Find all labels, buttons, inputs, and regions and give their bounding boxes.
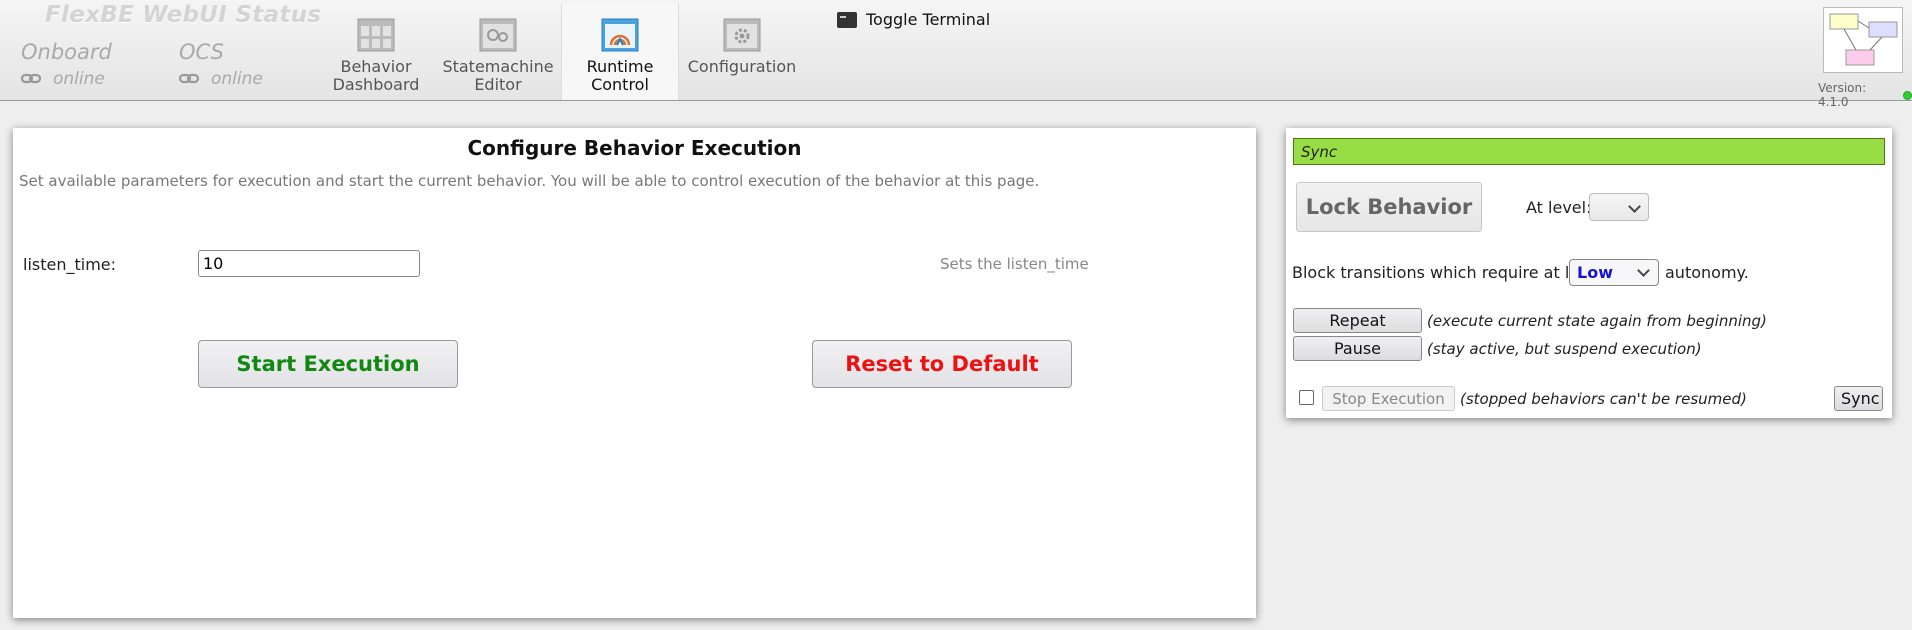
param-hint: Sets the listen_time: [940, 255, 1089, 273]
autonomy-value: Low: [1577, 263, 1613, 282]
sync-button[interactable]: Sync: [1834, 386, 1883, 411]
reset-to-default-button[interactable]: Reset to Default: [812, 340, 1072, 388]
sync-status-bar: Sync: [1293, 138, 1885, 165]
ocs-state: online: [211, 69, 263, 89]
configure-execution-panel: Configure Behavior Execution Set availab…: [13, 128, 1256, 618]
repeat-button[interactable]: Repeat: [1293, 308, 1422, 333]
panel-title: Configure Behavior Execution: [467, 136, 802, 160]
tab-label: Configuration: [687, 57, 797, 76]
dashboard-icon: [357, 18, 395, 52]
runtime-icon: [601, 18, 639, 52]
autonomy-level-select[interactable]: Low: [1569, 259, 1659, 286]
level-label: At level:: [1526, 198, 1592, 217]
listen-time-input[interactable]: [198, 250, 420, 277]
toggle-terminal-button[interactable]: Toggle Terminal: [837, 10, 990, 29]
panel-description: Set available parameters for execution a…: [19, 172, 1040, 190]
ocs-status: OCS online: [179, 40, 263, 89]
version-label: Version: 4.1.0: [1818, 81, 1867, 109]
pause-note: (stay active, but suspend execution): [1427, 340, 1702, 358]
onboard-label: Onboard: [21, 40, 112, 64]
tab-label: Behavior Dashboard: [332, 57, 420, 94]
statemachine-icon: [479, 18, 517, 52]
link-icon: [21, 72, 43, 86]
behavior-preview-thumbnail[interactable]: [1823, 7, 1903, 73]
onboard-status: Onboard online: [21, 40, 112, 89]
pause-button[interactable]: Pause: [1293, 336, 1422, 361]
param-label: listen_time:: [23, 255, 117, 274]
autonomy-suffix: autonomy.: [1665, 263, 1749, 282]
block-transitions-label: Block transitions which require at least: [1292, 263, 1604, 282]
status-title: FlexBE WebUI Status: [45, 2, 322, 28]
chevron-down-icon: [1628, 200, 1641, 213]
runtime-control-panel: Sync Lock Behavior At level: Block trans…: [1286, 128, 1892, 418]
version-info: Version: 4.1.0: [1818, 81, 1912, 109]
connection-status-dot: [1903, 90, 1912, 100]
level-select[interactable]: [1589, 193, 1649, 221]
terminal-icon: [837, 11, 857, 28]
tab-label: Runtime Control: [586, 57, 654, 94]
chevron-down-icon: [1637, 264, 1650, 277]
ocs-label: OCS: [179, 40, 224, 64]
tab-configuration[interactable]: Configuration: [683, 3, 801, 100]
preview-graph-icon: [1829, 13, 1898, 66]
tab-runtime-control[interactable]: Runtime Control: [561, 3, 679, 100]
repeat-note: (execute current state again from beginn…: [1427, 312, 1767, 330]
top-bar: FlexBE WebUI Status Onboard online OCS o…: [0, 0, 1912, 109]
toggle-terminal-label: Toggle Terminal: [866, 10, 991, 29]
stop-execution-button[interactable]: Stop Execution: [1322, 386, 1455, 411]
start-execution-button[interactable]: Start Execution: [198, 340, 458, 388]
stop-confirm-checkbox[interactable]: [1299, 390, 1314, 405]
link-icon: [179, 72, 201, 86]
tab-behavior-dashboard[interactable]: Behavior Dashboard: [317, 3, 435, 100]
stop-note: (stopped behaviors can't be resumed): [1460, 390, 1747, 408]
tab-label: Statemachine Editor: [442, 57, 554, 94]
lock-behavior-button[interactable]: Lock Behavior: [1296, 182, 1482, 232]
onboard-state: online: [53, 69, 105, 89]
gear-icon: [723, 18, 761, 52]
tab-statemachine-editor[interactable]: Statemachine Editor: [439, 3, 557, 100]
